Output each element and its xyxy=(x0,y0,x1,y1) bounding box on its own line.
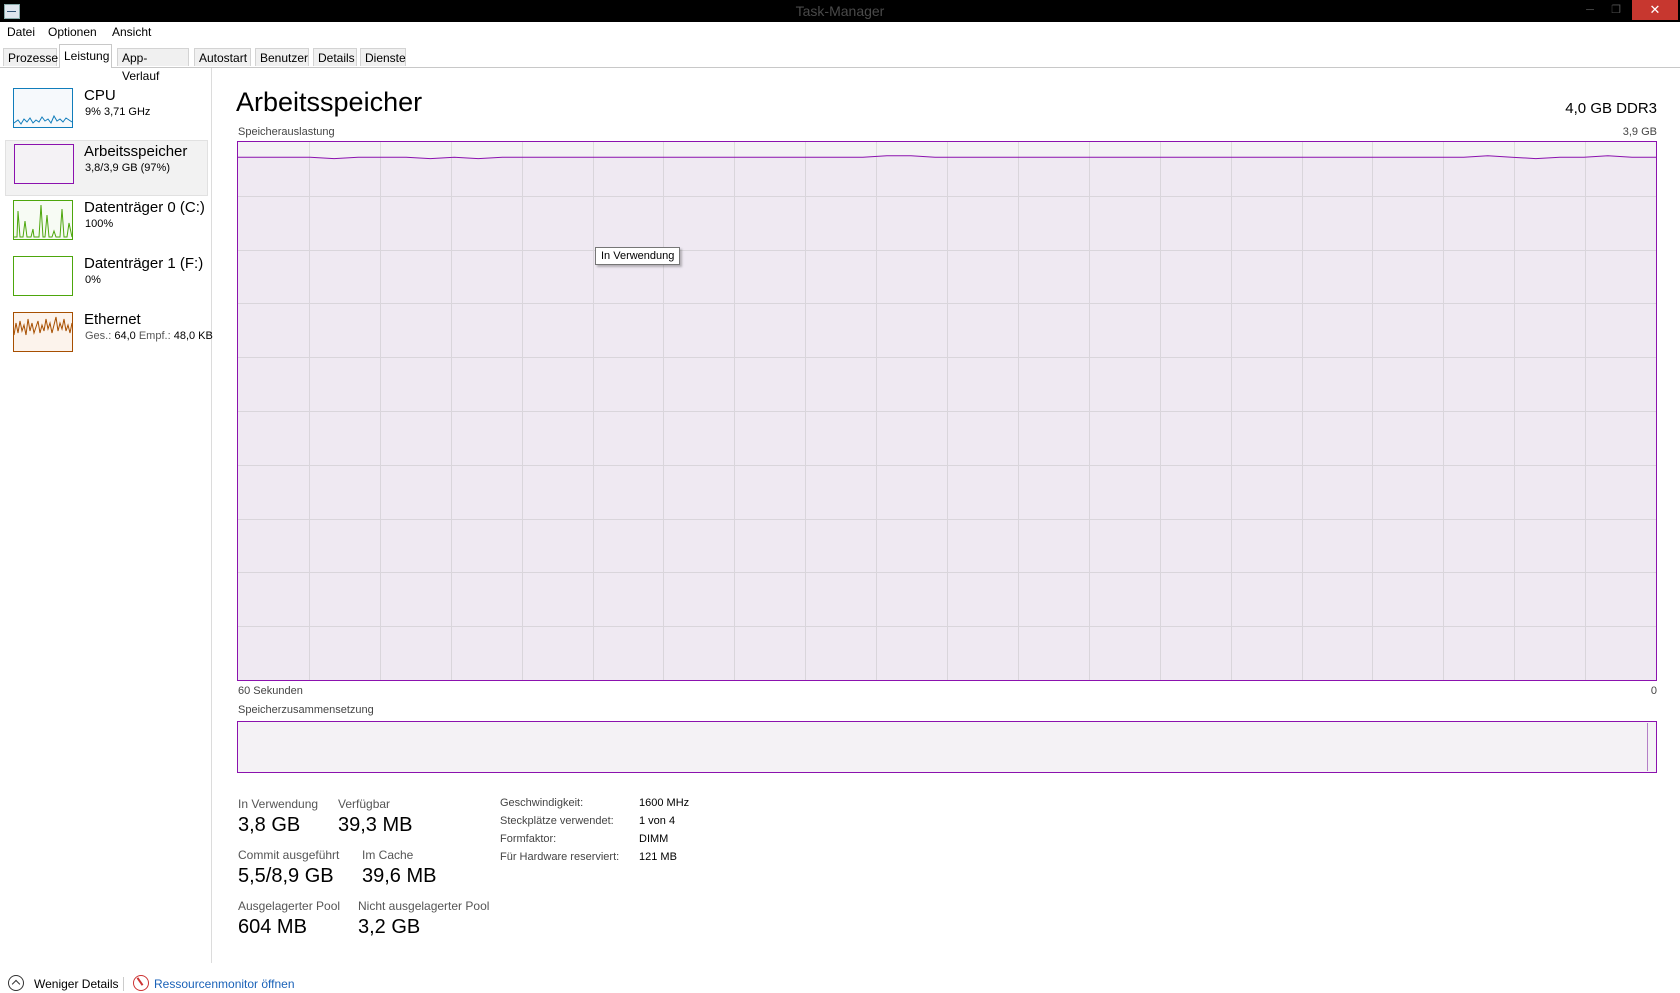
stat-label: Im Cache xyxy=(362,848,414,862)
tab-bar: Prozesse Leistung App-Verlauf Autostart … xyxy=(0,44,1680,83)
chevron-up-icon[interactable] xyxy=(8,975,24,991)
property-key: Formfaktor: xyxy=(500,833,557,845)
sidebar-item-label: Arbeitsspeicher xyxy=(84,143,188,160)
stat-value: 5,5/8,9 GB xyxy=(238,865,334,887)
stat-label: Ausgelagerter Pool xyxy=(238,899,341,913)
sidebar-item-memory[interactable]: Arbeitsspeicher 3,8/3,9 GB (97%) xyxy=(5,140,208,196)
sidebar-item-detail: 100% xyxy=(85,218,114,230)
resource-monitor-link[interactable]: Ressourcenmonitor öffnen xyxy=(154,977,295,991)
disk-0-thumbnail-graph xyxy=(13,200,73,240)
memory-usage-chart xyxy=(238,142,1656,680)
footer-bar: Weniger Details Ressourcenmonitor öffnen xyxy=(0,975,400,993)
cpu-thumbnail-graph xyxy=(13,88,73,128)
title-bar: Task-Manager ─ ❐ ✕ xyxy=(0,0,1680,22)
sidebar-item-cpu[interactable]: CPU 9% 3,71 GHz xyxy=(5,84,208,140)
property-value: DIMM xyxy=(639,833,669,845)
page-title: Arbeitsspeicher xyxy=(236,87,423,117)
composition-label: Speicherzusammensetzung xyxy=(238,704,374,716)
sidebar-item-detail: 0% xyxy=(85,274,101,286)
stat-paged-pool: Ausgelagerter Pool 604 MB xyxy=(238,899,340,939)
minimize-button[interactable]: ─ xyxy=(1580,0,1600,20)
close-button[interactable]: ✕ xyxy=(1632,0,1678,20)
maximize-button[interactable]: ❐ xyxy=(1606,0,1626,20)
stat-label: Verfügbar xyxy=(338,797,391,811)
property-key: Geschwindigkeit: xyxy=(500,797,584,809)
sidebar-item-label: Ethernet xyxy=(84,311,141,328)
ethernet-thumbnail-graph xyxy=(13,312,73,352)
sidebar-item-disk-1[interactable]: Datenträger 1 (F:) 0% xyxy=(5,252,208,308)
sidebar-item-label: Datenträger 0 (C:) xyxy=(84,199,205,216)
menu-optionen[interactable]: Optionen xyxy=(48,25,97,39)
receive-value: 48,0 KB xyxy=(173,330,213,342)
memory-thumbnail-graph xyxy=(14,144,74,184)
tab-details[interactable]: Details xyxy=(313,48,357,66)
tab-dienste[interactable]: Dienste xyxy=(360,48,406,66)
performance-sidebar: CPU 9% 3,71 GHz Arbeitsspeicher 3,8/3,9 … xyxy=(0,68,213,963)
stat-value: 3,2 GB xyxy=(358,916,421,938)
stat-committed: Commit ausgeführt 5,5/8,9 GB xyxy=(238,848,339,888)
sidebar-item-disk-0[interactable]: Datenträger 0 (C:) 100% xyxy=(5,196,208,252)
stat-in-use: In Verwendung 3,8 GB xyxy=(238,797,318,837)
tab-benutzer[interactable]: Benutzer xyxy=(255,48,309,66)
footer-divider xyxy=(123,977,124,991)
property-value: 121 MB xyxy=(639,851,677,863)
menu-ansicht[interactable]: Ansicht xyxy=(112,25,151,39)
stat-value: 39,3 MB xyxy=(338,814,413,836)
stat-cached: Im Cache 39,6 MB xyxy=(362,848,436,888)
receive-label: Empf.: xyxy=(138,330,171,342)
graph-max-label: 3,9 GB xyxy=(1622,126,1657,138)
memory-composition-bar[interactable] xyxy=(237,721,1657,773)
tab-autostart[interactable]: Autostart xyxy=(194,48,251,66)
stat-value: 39,6 MB xyxy=(362,865,437,887)
stat-label: In Verwendung xyxy=(238,797,319,811)
tab-app-verlauf[interactable]: App-Verlauf xyxy=(117,48,189,83)
resource-monitor-icon[interactable] xyxy=(133,975,149,991)
graph-label: Speicherauslastung xyxy=(238,126,335,138)
fewer-details-button[interactable]: Weniger Details xyxy=(34,977,118,991)
sidebar-item-label: CPU xyxy=(84,87,116,104)
menu-bar: Datei Optionen Ansicht xyxy=(0,22,1680,41)
sidebar-item-label: Datenträger 1 (F:) xyxy=(84,255,204,272)
stat-value: 604 MB xyxy=(238,916,307,938)
stat-non-paged-pool: Nicht ausgelagerter Pool 3,2 GB xyxy=(358,899,489,939)
graph-tooltip: In Verwendung xyxy=(595,247,681,265)
sidebar-item-detail: 9% 3,71 GHz xyxy=(85,106,151,118)
property-value: 1600 MHz xyxy=(639,797,690,809)
memory-usage-area xyxy=(238,155,1656,680)
stat-value: 3,8 GB xyxy=(238,814,301,836)
menu-datei[interactable]: Datei xyxy=(7,25,35,39)
stat-available: Verfügbar 39,3 MB xyxy=(338,797,412,837)
stat-label: Nicht ausgelagerter Pool xyxy=(358,899,490,913)
send-label: Ges.: xyxy=(85,330,112,342)
graph-x-right-label: 0 xyxy=(1650,685,1657,697)
window-title: Task-Manager xyxy=(795,3,885,19)
sidebar-item-detail: 3,8/3,9 GB (97%) xyxy=(85,162,170,174)
sidebar-item-ethernet[interactable]: Ethernet Ges.: 64,0 Empf.: 48,0 KB xyxy=(5,308,213,364)
tab-prozesse[interactable]: Prozesse xyxy=(3,48,58,66)
property-value: 1 von 4 xyxy=(639,815,676,827)
memory-usage-graph[interactable] xyxy=(237,141,1657,681)
disk-1-thumbnail-graph xyxy=(13,256,73,296)
property-key: Steckplätze verwendet: xyxy=(500,815,614,827)
tab-leistung[interactable]: Leistung xyxy=(59,44,112,68)
property-key: Für Hardware reserviert: xyxy=(500,851,620,863)
send-value: 64,0 xyxy=(114,330,136,342)
memory-spec: 4,0 GB DDR3 xyxy=(1565,100,1657,117)
graph-x-left-label: 60 Sekunden xyxy=(238,685,303,697)
sidebar-item-detail: Ges.: 64,0 Empf.: 48,0 KB xyxy=(85,330,213,342)
stat-label: Commit ausgeführt xyxy=(238,848,340,862)
composition-segment xyxy=(1647,723,1648,771)
